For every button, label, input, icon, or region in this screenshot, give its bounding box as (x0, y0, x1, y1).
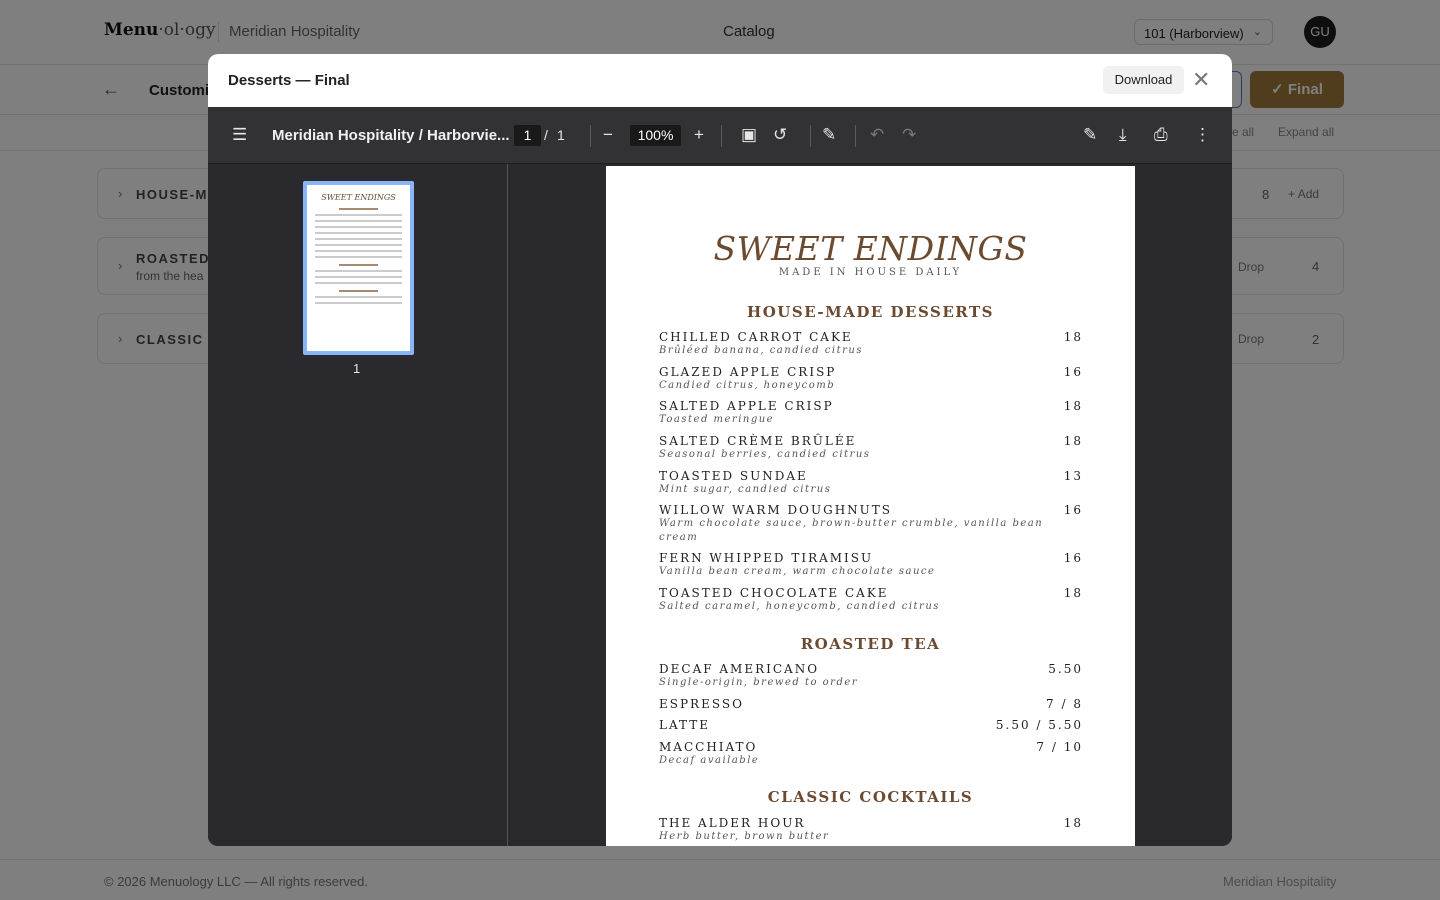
menu-item-desc: Brûléed banana, candied citrus (659, 345, 863, 356)
thumbnail-section-line (339, 264, 378, 266)
download-button[interactable]: Download (1103, 66, 1184, 94)
menu-subtitle: MADE IN HOUSE DAILY (778, 267, 963, 278)
menu-item-desc: Mint sugar, candied citrus (659, 484, 832, 495)
modal-title: Desserts — Final (228, 72, 350, 89)
thumbnail-text-line (315, 296, 402, 298)
menu-item-price: 16 (1063, 365, 1083, 379)
more-options-icon[interactable]: ⋮ (1194, 125, 1211, 145)
menu-item-price: 13 (1063, 469, 1083, 483)
pdf-viewer[interactable]: SWEET ENDINGS MADE IN HOUSE DAILY HOUSE-… (509, 164, 1232, 846)
menu-item-desc: Seasonal berries, candied citrus (659, 449, 871, 460)
menu-section-title: CLASSIC COCKTAILS (767, 788, 974, 806)
menu-item-name: ESPRESSO (659, 697, 744, 711)
menu-item-name: GLAZED APPLE CRISP (659, 365, 837, 379)
pdf-preview-modal: Desserts — Final Download ✕ ☰ Meridian H… (208, 54, 1232, 846)
menu-item-name: THE ALDER HOUR (659, 816, 806, 830)
thumbnail-text-line (315, 276, 402, 278)
menu-item-price: 5.50 / 5.50 (995, 718, 1083, 732)
print-icon[interactable]: ⎙ (1154, 125, 1168, 145)
thumbnail-text-line (315, 232, 402, 234)
menu-item-name: SALTED APPLE CRISP (659, 399, 834, 413)
menu-item-price: 7 / 8 (1046, 697, 1083, 711)
menu-item-desc: Herb butter, brown butter (659, 831, 830, 842)
thumbnail-sidebar: SWEET ENDINGS 1 (208, 164, 508, 846)
thumbnail-text-line (315, 270, 402, 272)
menu-item-name: FERN WHIPPED TIRAMISU (659, 551, 874, 565)
page-number-input[interactable]: 1 (514, 125, 541, 146)
menu-item-name: MACCHIATO (659, 740, 758, 754)
thumbnail-text-line (315, 244, 402, 246)
fit-page-icon[interactable]: ▣ (741, 125, 757, 145)
menu-item-desc: Toasted meringue (659, 414, 775, 425)
menu-item-name: WILLOW WARM DOUGHNUTS (659, 503, 892, 517)
menu-item-price: 7 / 10 (1036, 740, 1083, 754)
page-separator: / (544, 127, 548, 143)
menu-item-desc: Warm chocolate sauce, brown-butter crumb… (659, 518, 1044, 543)
menu-item-desc: Salted caramel, honeycomb, candied citru… (659, 601, 940, 612)
undo-icon[interactable]: ↶ (870, 125, 884, 145)
redo-icon[interactable]: ↷ (902, 125, 916, 145)
menu-item-price: 5.50 (1048, 662, 1083, 676)
modal-header: Desserts — Final Download ✕ (208, 54, 1232, 107)
zoom-out-icon[interactable]: − (603, 125, 613, 145)
document-name: Meridian Hospitality / Harborvie... (272, 127, 510, 144)
menu-item-price: 16 (1063, 503, 1083, 517)
menu-item-desc: Single-origin, brewed to order (659, 677, 859, 688)
menu-title: SWEET ENDINGS (713, 229, 1028, 268)
zoom-level[interactable]: 100% (630, 125, 681, 146)
annotate-icon[interactable]: ✎ (822, 125, 836, 145)
menu-item-desc: Candied citrus, honeycomb (659, 380, 836, 391)
menu-item-name: DECAF AMERICANO (659, 662, 820, 676)
menu-section-title: HOUSE-MADE DESSERTS (747, 303, 994, 321)
thumbnail-text-line (315, 238, 402, 240)
menu-item-desc: Vanilla bean cream, warm chocolate sauce (659, 566, 936, 577)
menu-item-price: 18 (1063, 399, 1083, 413)
menu-item-name: TOASTED CHOCOLATE CAKE (659, 586, 889, 600)
menu-item-name: CHILLED CARROT CAKE (659, 330, 853, 344)
menu-item-price: 18 (1063, 816, 1083, 830)
thumbnail-text-line (315, 250, 402, 252)
menu-section-title: ROASTED TEA (800, 635, 941, 653)
rotate-icon[interactable]: ↺ (773, 125, 787, 145)
thumbnail-text-line (315, 214, 402, 216)
download-icon[interactable]: ⤓ (1119, 125, 1127, 145)
pdf-toolbar: ☰ Meridian Hospitality / Harborvie... 1 … (208, 107, 1232, 164)
close-icon[interactable]: ✕ (1192, 66, 1210, 94)
menu-item-desc: Decaf available (659, 755, 760, 766)
toolbar-divider (590, 125, 591, 147)
menu-item-name: TOASTED SUNDAE (659, 469, 808, 483)
thumbnail-text-line (315, 302, 402, 304)
thumbnail-text-line (315, 226, 402, 228)
pdf-page: SWEET ENDINGS MADE IN HOUSE DAILY HOUSE-… (606, 166, 1135, 846)
menu-icon[interactable]: ☰ (232, 125, 247, 145)
menu-item-price: 18 (1063, 330, 1083, 344)
thumbnail-text-line (315, 282, 402, 284)
zoom-in-icon[interactable]: + (694, 125, 704, 145)
thumbnail-section-line (339, 208, 378, 210)
page-total: 1 (557, 127, 565, 143)
menu-item-price: 16 (1063, 551, 1083, 565)
thumbnail-text-line (315, 256, 402, 258)
thumbnail-title: SWEET ENDINGS (321, 193, 396, 202)
toolbar-divider (810, 125, 811, 147)
thumbnail-text-line (315, 220, 402, 222)
menu-item-name: SALTED CRÈME BRÛLÉE (659, 434, 857, 448)
thumbnail-section-line (339, 290, 378, 292)
add-text-icon[interactable]: ✎ (1083, 125, 1097, 145)
toolbar-divider (721, 125, 722, 147)
page-thumbnail[interactable]: SWEET ENDINGS (303, 181, 414, 355)
menu-item-price: 18 (1063, 586, 1083, 600)
thumbnail-page-number: 1 (353, 361, 361, 376)
menu-item-price: 18 (1063, 434, 1083, 448)
toolbar-divider (855, 125, 856, 147)
